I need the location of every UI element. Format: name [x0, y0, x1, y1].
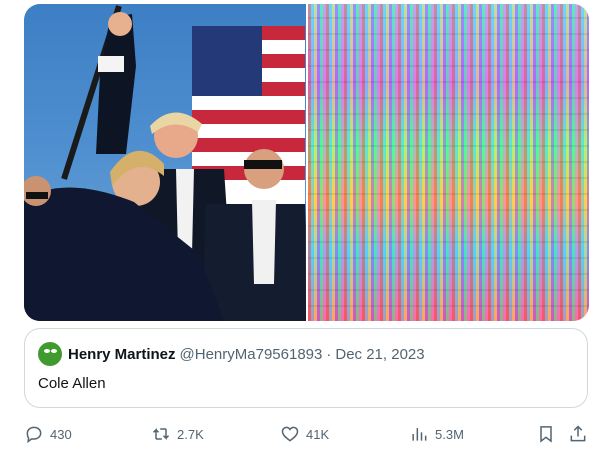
media-glitch-right[interactable] — [307, 4, 589, 321]
quoted-tweet[interactable]: Henry Martinez @HenryMa79561893 · Dec 21… — [24, 328, 588, 408]
reply-icon — [26, 426, 42, 444]
like-button[interactable]: 41K — [280, 424, 329, 444]
heart-icon — [281, 426, 299, 442]
like-count: 41K — [306, 426, 330, 442]
quoted-date[interactable]: Dec 21, 2023 — [335, 346, 424, 363]
quoted-tweet-text: Cole Allen — [38, 375, 106, 392]
quoted-tweet-header: Henry Martinez @HenryMa79561893 · Dec 21… — [38, 342, 425, 366]
bookmark-button[interactable] — [536, 424, 556, 444]
media-photo-left[interactable] — [24, 4, 306, 321]
photo-scene — [24, 5, 305, 321]
share-icon — [570, 425, 586, 442]
repost-button[interactable]: 2.7K — [151, 424, 204, 444]
action-bar: 430 2.7K 41K 5.3M — [24, 421, 589, 447]
views-count: 5.3M — [435, 426, 464, 442]
raised-fist — [108, 12, 132, 36]
frog-avatar-icon[interactable] — [38, 342, 62, 366]
quoted-author-handle[interactable]: @HenryMa79561893 — [180, 346, 323, 363]
tweet-media — [24, 4, 589, 321]
analytics-icon — [412, 428, 427, 441]
quoted-author-name[interactable]: Henry Martinez — [68, 346, 176, 363]
repost-count: 2.7K — [177, 426, 204, 442]
bookmark-icon — [540, 426, 552, 443]
repost-icon — [152, 428, 170, 440]
share-button[interactable] — [568, 424, 588, 444]
reply-button[interactable]: 430 — [24, 424, 72, 444]
reply-count: 430 — [50, 426, 72, 442]
views-button[interactable]: 5.3M — [409, 424, 464, 444]
separator-dot: · — [326, 345, 332, 363]
